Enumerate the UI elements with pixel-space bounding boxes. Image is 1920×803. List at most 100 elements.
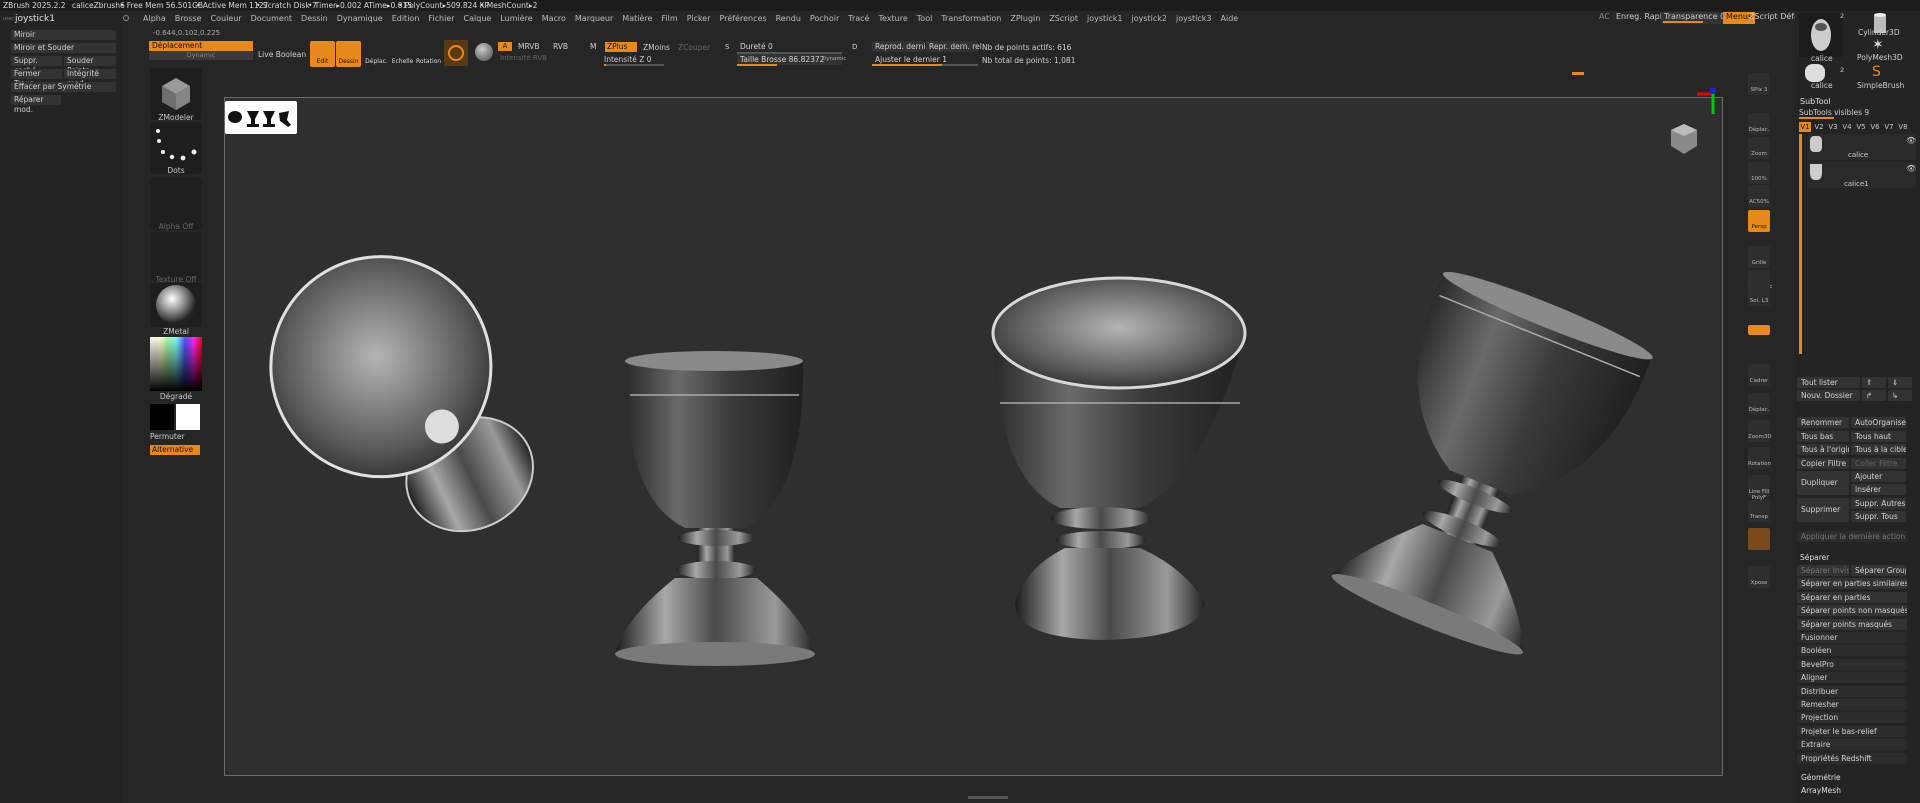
menu-alpha[interactable]: Alpha	[143, 14, 166, 26]
menu-dynamique[interactable]: Dynamique	[337, 14, 383, 26]
rgb-intensity-slider[interactable]: Intensité RVB	[500, 54, 547, 62]
mirror-weld-button[interactable]: Miroir et Souder	[11, 43, 116, 53]
mirror-button[interactable]: Miroir	[11, 30, 116, 40]
zcut-toggle[interactable]: ZCouper	[678, 43, 710, 52]
all-high-button[interactable]: Tous haut	[1851, 430, 1906, 442]
material-thumb[interactable]	[150, 283, 202, 327]
split-hidden-button[interactable]: Séparer Invisible	[1797, 565, 1849, 576]
split-item-0[interactable]: Séparer en parties similaires	[1797, 578, 1907, 589]
mesh-integrity-button[interactable]: Intégrité mod.	[64, 69, 116, 88]
geometry-section[interactable]: Géométrie	[1801, 773, 1841, 782]
menu-zscript[interactable]: ZScript	[1049, 14, 1078, 26]
z-intensity-slider[interactable]: Intensité Z 0	[604, 55, 652, 64]
subtool-menu-item-9[interactable]: Propriétés Redshift	[1797, 752, 1907, 764]
canvas-scroll-marker[interactable]	[1572, 72, 1584, 75]
document-canvas[interactable]	[224, 88, 1723, 776]
duplicate-button[interactable]: Dupliquer	[1797, 471, 1849, 495]
dock-button-12[interactable]: Rotation	[1748, 447, 1771, 469]
subtool-menu-item-7[interactable]: Projeter le bas-relief	[1797, 725, 1907, 737]
subtool-tab-v4[interactable]: V4	[1841, 122, 1853, 132]
menu-joystick1[interactable]: joystick1	[1087, 14, 1123, 26]
alternate-toggle[interactable]: Alternative	[150, 445, 200, 455]
menu-picker[interactable]: Picker	[687, 14, 711, 26]
rotate-mode-button[interactable]: Rotation	[416, 41, 441, 67]
tool-thumb-calice-2[interactable]	[1805, 64, 1825, 82]
material-preview-icon[interactable]	[475, 43, 493, 61]
menu-joystick2[interactable]: joystick2	[1132, 14, 1168, 26]
dock-button-3[interactable]: 100%	[1748, 162, 1770, 184]
secondary-color-swatch[interactable]	[176, 404, 200, 430]
dock-button-6[interactable]: Grille	[1748, 246, 1770, 268]
dock-button-10[interactable]: Déplac.	[1748, 393, 1770, 415]
split-item-2[interactable]: Séparer points non masqués	[1797, 605, 1907, 616]
arraymesh-section[interactable]: ArrayMesh	[1801, 786, 1841, 795]
current-brush-thumb[interactable]	[444, 40, 468, 66]
dock-button-0[interactable]: SPix 3	[1748, 73, 1770, 95]
brush-mode-active[interactable]: Déplacement	[149, 41, 253, 51]
menu-pr-f-rences[interactable]: Préférences	[720, 14, 767, 26]
subtool-tab-v1[interactable]: V1	[1799, 122, 1811, 132]
move-up-arrow-icon[interactable]: ⇑	[1862, 377, 1886, 388]
list-all-button[interactable]: Tout lister	[1797, 377, 1860, 388]
move-down-arrow-icon[interactable]: ⇓	[1888, 377, 1912, 388]
polymesh-star-icon[interactable]: ✶	[1872, 37, 1884, 53]
all-to-target-button[interactable]: Tous à la cible	[1851, 444, 1906, 455]
subtool-menu-item-5[interactable]: Remesher	[1797, 699, 1907, 710]
all-to-origin-button[interactable]: Tous à l'origine	[1797, 444, 1849, 455]
menu-joystick3[interactable]: joystick3	[1176, 14, 1212, 26]
draw-mode-button[interactable]: Dessin	[336, 41, 361, 67]
dock-button-5[interactable]: Persp	[1748, 210, 1770, 232]
subtool-menu-item-4[interactable]: Distribuer	[1797, 685, 1907, 697]
swap-label[interactable]: Permuter	[150, 432, 202, 441]
subtool-menu-item-6[interactable]: Projection	[1797, 712, 1907, 724]
all-low-button[interactable]: Tous bas	[1797, 430, 1849, 442]
delete-hidden-button[interactable]: Suppr. caché	[11, 56, 62, 75]
subtool-menu-item-3[interactable]: Aligner	[1797, 672, 1907, 684]
auto-reorder-button[interactable]: AutoOrganiser	[1851, 417, 1906, 428]
subtool-menu-item-0[interactable]: Fusionner	[1797, 632, 1907, 643]
zsub-toggle[interactable]: ZMoins	[643, 43, 670, 52]
live-boolean-toggle[interactable]: Live Boolean	[258, 50, 306, 59]
menu-transformation[interactable]: Transformation	[941, 14, 1001, 26]
menu-document[interactable]: Document	[251, 14, 292, 26]
delete-by-symmetry-button[interactable]: Effacer par Symétrie	[11, 82, 116, 92]
hardness-slider[interactable]: Dureté 0	[737, 41, 842, 52]
m-toggle[interactable]: M	[590, 42, 596, 51]
subtool-title[interactable]: SubTool	[1800, 97, 1831, 106]
repair-mesh-button[interactable]: Réparer mod.	[11, 95, 61, 114]
delete-button[interactable]: Supprimer	[1797, 498, 1849, 522]
color-picker[interactable]	[150, 337, 202, 391]
menu-film[interactable]: Film	[661, 14, 677, 26]
dock-button-9[interactable]: Cadrer	[1748, 364, 1770, 386]
split-item-3[interactable]: Séparer points masqués	[1797, 618, 1907, 630]
repeat-last-button[interactable]: Reprod. dernier	[872, 41, 933, 52]
dock-button-16[interactable]: Xpose	[1748, 566, 1770, 588]
subtool-tab-v7[interactable]: V7	[1883, 122, 1895, 132]
eye-icon[interactable]: 👁	[1906, 136, 1916, 145]
dock-button-4[interactable]: AC50%	[1748, 185, 1770, 207]
copy-filter-button[interactable]: Copier Filtre	[1797, 457, 1849, 469]
dock-button-8[interactable]: Sol. L3	[1748, 284, 1770, 306]
menu-calque[interactable]: Calque	[464, 14, 492, 26]
menu-aide[interactable]: Aide	[1221, 14, 1239, 26]
subtool-tab-v6[interactable]: V6	[1869, 122, 1881, 132]
repeat-last-rel-button[interactable]: Repr. dern. rel.	[926, 41, 984, 52]
menu-dessin[interactable]: Dessin	[301, 14, 328, 26]
brush-mode-dynamic[interactable]: Dynamic	[149, 51, 253, 60]
dock-button-11[interactable]: Zoom3D	[1748, 420, 1772, 442]
edit-mode-button[interactable]: Edit	[310, 41, 335, 67]
rename-button[interactable]: Renommer	[1797, 417, 1849, 428]
transparency-slider[interactable]: Transparence 0	[1661, 12, 1729, 24]
split-groups-button[interactable]: Séparer Groupes	[1851, 565, 1906, 576]
subtool-scrollbar[interactable]	[1799, 134, 1802, 354]
viewport-goblets[interactable]	[225, 98, 1722, 775]
dock-button-13[interactable]: Line Fill PolyF	[1748, 475, 1770, 501]
append-button[interactable]: Ajouter	[1851, 471, 1906, 482]
zadd-toggle[interactable]: ZPlus	[605, 42, 637, 52]
insert-button[interactable]: Insérer	[1851, 484, 1906, 495]
dock-button-14[interactable]: Transp	[1748, 500, 1770, 522]
menu-ac[interactable]: AC	[1599, 12, 1610, 24]
menu-lumi-re[interactable]: Lumière	[500, 14, 532, 26]
subtool-tab-v8[interactable]: V8	[1897, 122, 1909, 132]
menu-zplugin[interactable]: ZPlugin	[1010, 14, 1040, 26]
